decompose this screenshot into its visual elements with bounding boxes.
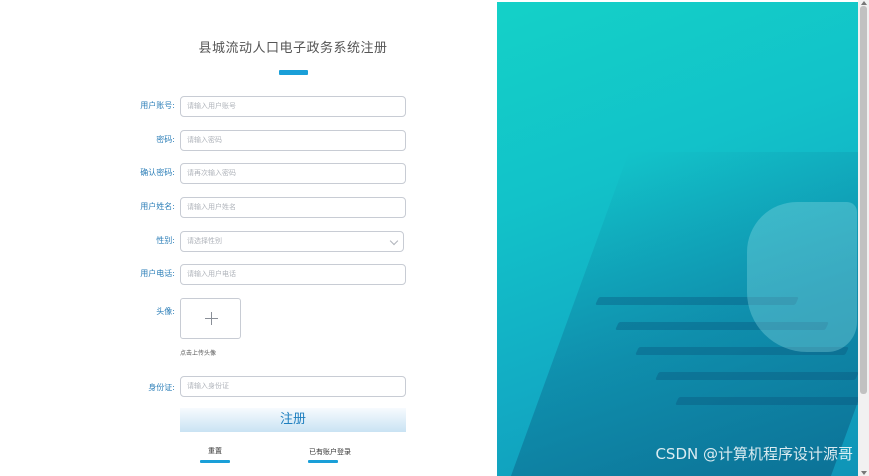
- id-card-row: 身份证: 请输入身份证: [0, 376, 497, 398]
- name-input[interactable]: 请输入用户姓名: [180, 197, 406, 218]
- id-card-input[interactable]: 请输入身份证: [180, 376, 406, 397]
- keyboard-row: [675, 397, 858, 405]
- confirm-password-row: 确认密码: 请再次输入密码: [0, 163, 497, 185]
- scroll-thumb[interactable]: [860, 6, 867, 394]
- account-input[interactable]: 请输入用户账号: [180, 96, 406, 117]
- watermark-text: CSDN @计算机程序设计源哥: [655, 445, 853, 463]
- background-image-panel: [497, 2, 858, 476]
- password-row: 密码: 请输入密码: [0, 130, 497, 152]
- account-row: 用户账号: 请输入用户账号: [0, 96, 497, 118]
- confirm-password-label: 确认密码:: [140, 168, 175, 177]
- phone-row: 用户电话: 请输入用户电话: [0, 264, 497, 286]
- gender-row: 性别: 请选择性别: [0, 231, 497, 253]
- chevron-down-icon: [389, 236, 399, 246]
- login-underline: [308, 460, 338, 463]
- scroll-up-icon[interactable]: [861, 1, 867, 5]
- password-input[interactable]: 请输入密码: [180, 130, 406, 151]
- gender-select[interactable]: 请选择性别: [180, 231, 404, 252]
- account-label: 用户账号:: [140, 101, 175, 110]
- gender-label: 性别:: [156, 236, 175, 245]
- plus-icon-vertical: [211, 312, 212, 325]
- name-row: 用户姓名: 请输入用户姓名: [0, 197, 497, 219]
- register-form-panel: 县城流动人口电子政务系统注册 用户账号: 请输入用户账号 密码: 请输入密码 确…: [0, 0, 497, 476]
- reset-underline: [200, 460, 230, 463]
- phone-label: 用户电话:: [140, 269, 175, 278]
- register-button[interactable]: 注册: [180, 408, 406, 432]
- avatar-upload-hint: 点击上传头像: [180, 350, 217, 357]
- avatar-row: 头像:: [0, 302, 497, 324]
- phone-input[interactable]: 请输入用户电话: [180, 264, 406, 285]
- avatar-upload-button[interactable]: [180, 298, 241, 339]
- keyboard-row: [655, 372, 858, 380]
- login-link[interactable]: 已有账户登录: [300, 447, 360, 457]
- hand-image: [747, 202, 857, 352]
- password-label: 密码:: [156, 135, 175, 144]
- title-accent-bar: [279, 70, 308, 75]
- scroll-down-icon[interactable]: [861, 471, 867, 475]
- confirm-password-input[interactable]: 请再次输入密码: [180, 163, 406, 184]
- vertical-scrollbar[interactable]: [858, 0, 869, 476]
- gender-select-value: 请选择性别: [187, 237, 222, 245]
- name-label: 用户姓名:: [140, 202, 175, 211]
- id-card-label: 身份证:: [148, 383, 175, 392]
- avatar-label: 头像:: [156, 307, 175, 316]
- reset-button[interactable]: 重置: [200, 446, 230, 456]
